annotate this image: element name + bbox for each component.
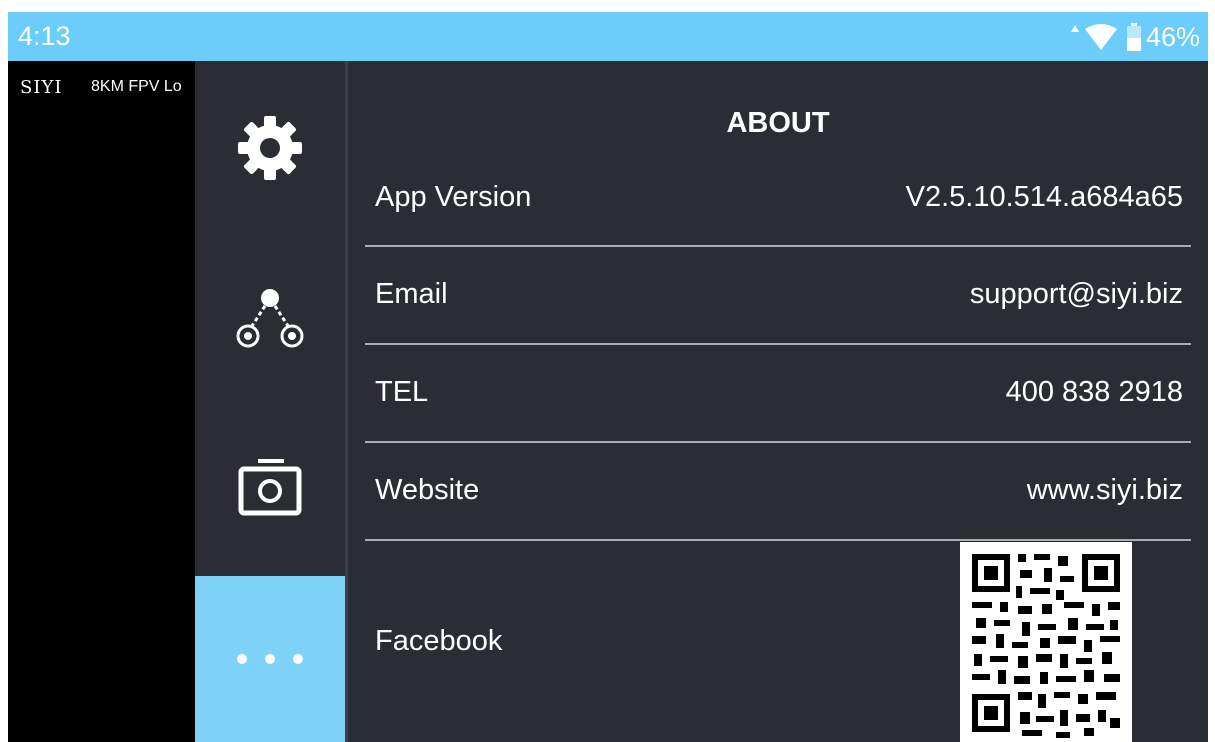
device-screen: 4:13 46% SIYI 8KM FPV Lo ABOUT App Versi…: [8, 12, 1208, 742]
row-value: V2.5.10.514.a684a65: [905, 181, 1183, 213]
battery-percent: 46%: [1145, 21, 1200, 52]
sidebar-item-link[interactable]: [195, 234, 345, 404]
row-label: Facebook: [375, 625, 503, 657]
sidebar-item-settings[interactable]: [195, 61, 345, 234]
battery-icon: [1126, 23, 1141, 51]
link-nodes-icon: [236, 289, 304, 348]
row-value: www.siyi.biz: [1026, 474, 1183, 506]
status-bar: 4:13 46%: [8, 12, 1208, 61]
sidebar-item-camera[interactable]: [195, 404, 345, 576]
about-row-website: Website www.siyi.biz: [365, 443, 1191, 541]
about-row-app-version: App Version V2.5.10.514.a684a65: [365, 161, 1191, 247]
wifi-icon: [1084, 24, 1117, 50]
about-panel: ABOUT App Version V2.5.10.514.a684a65 Em…: [348, 61, 1208, 742]
row-label: Email: [375, 278, 448, 310]
sidebar-item-more[interactable]: [195, 576, 345, 742]
page-title: ABOUT: [726, 107, 830, 139]
video-feed[interactable]: SIYI 8KM FPV Lo: [8, 61, 195, 742]
row-label: TEL: [375, 376, 429, 408]
row-label: Website: [375, 474, 480, 506]
data-arrow-icon: [1070, 25, 1079, 32]
camera-icon: [238, 459, 302, 516]
row-value: 400 838 2918: [1005, 376, 1183, 408]
status-icons: 46%: [1070, 21, 1200, 53]
qr-code-icon: [960, 542, 1132, 742]
video-title: 8KM FPV Lo: [91, 78, 182, 95]
settings-sidebar: [195, 61, 348, 742]
row-label: App Version: [375, 181, 532, 213]
gear-icon: [238, 115, 302, 180]
video-brand-logo: SIYI: [20, 77, 63, 98]
about-row-tel: TEL 400 838 2918: [365, 345, 1191, 443]
status-time: 4:13: [18, 21, 71, 51]
row-value: support@siyi.biz: [969, 278, 1183, 310]
about-row-email: Email support@siyi.biz: [365, 247, 1191, 345]
more-dots-icon: [237, 654, 303, 664]
facebook-qr-code: [960, 542, 1132, 742]
